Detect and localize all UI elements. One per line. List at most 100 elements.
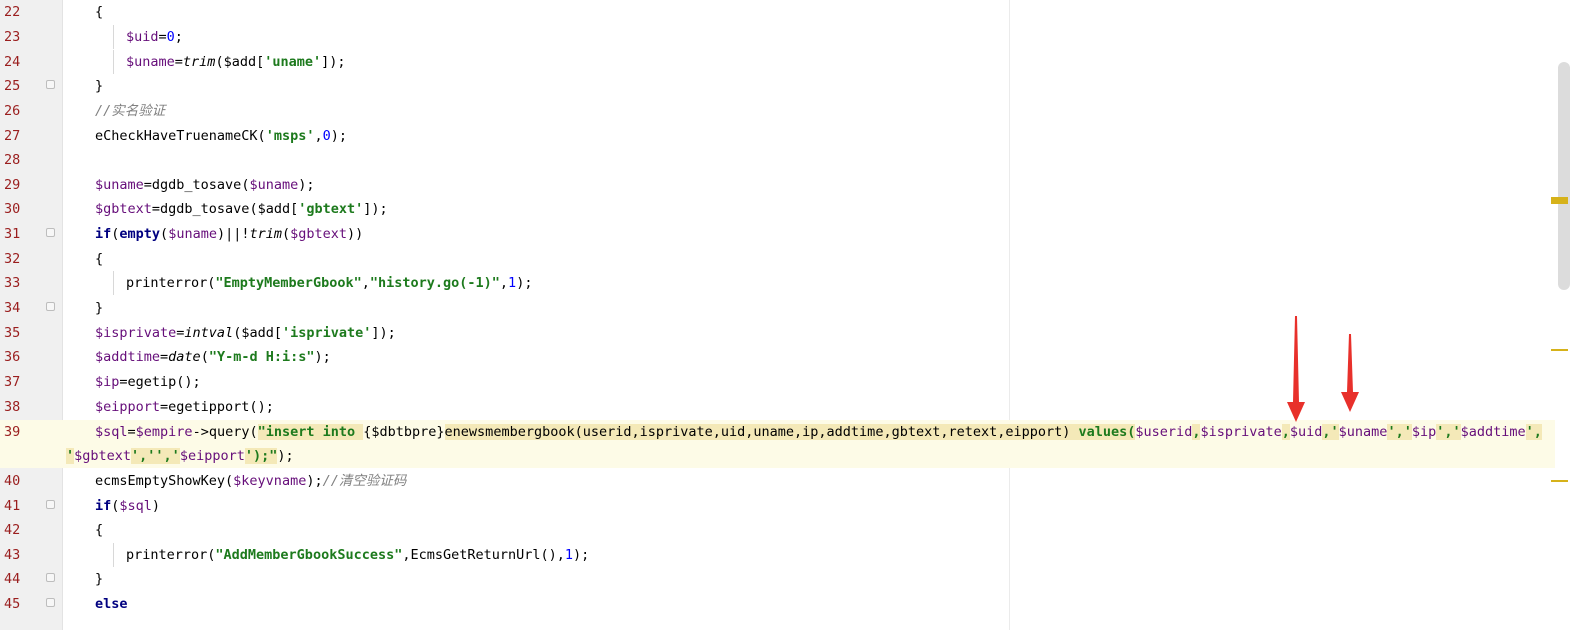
- code-token: }: [95, 571, 104, 587]
- red-arrow-uid: [1287, 316, 1305, 422]
- code-token: $isprivate: [95, 325, 177, 341]
- code-line[interactable]: 44}: [0, 567, 1592, 591]
- code-line[interactable]: 27 eCheckHaveTruenameCK('msps',0);: [0, 124, 1592, 148]
- code-token: if: [95, 498, 112, 514]
- code-token: ($add[: [233, 325, 282, 341]
- code-token: "history.go(-1)": [369, 275, 500, 291]
- code-token: );: [306, 473, 323, 489]
- code-token: $empire: [135, 424, 193, 440]
- code-line[interactable]: 42 {: [0, 518, 1592, 542]
- line-number: 33: [4, 275, 21, 291]
- code-token: $uid: [126, 29, 159, 45]
- code-token: );: [330, 128, 348, 144]
- code-token: );: [516, 275, 533, 291]
- code-token: 0: [322, 128, 331, 144]
- code-token: ;: [174, 29, 183, 45]
- code-text: else: [95, 592, 128, 616]
- code-line[interactable]: '$gbtext','','$eipport');");: [0, 444, 1592, 468]
- code-line[interactable]: 33 printerror("EmptyMemberGbook","history…: [0, 271, 1592, 295]
- fold-toggle-icon[interactable]: [46, 500, 55, 509]
- code-token: =: [158, 29, 167, 45]
- code-token: //实名验证: [95, 103, 166, 119]
- line-number: 43: [4, 547, 21, 563]
- code-token: 0: [166, 29, 175, 45]
- code-token: "insert into: [257, 424, 364, 440]
- code-token: $uname: [249, 177, 299, 193]
- code-token: ',': [1387, 424, 1412, 440]
- code-token: (: [160, 226, 169, 242]
- code-text: $addtime=date("Y-m-d H:i:s");: [95, 345, 331, 369]
- code-token: (: [200, 349, 209, 365]
- fold-toggle-icon[interactable]: [46, 598, 55, 607]
- code-token: $uname: [126, 54, 175, 70]
- line-number: 45: [4, 596, 21, 612]
- fold-toggle-icon[interactable]: [46, 573, 55, 582]
- code-token: eCheckHaveTruenameCK(: [95, 128, 266, 144]
- code-line[interactable]: 28: [0, 148, 1592, 172]
- code-token: {$dbtbpre}: [363, 424, 445, 440]
- code-token: ,: [361, 275, 370, 291]
- code-token: =: [174, 54, 183, 70]
- code-text: if(empty($uname)||!trim($gbtext)): [95, 222, 363, 246]
- code-token: ');": [244, 448, 278, 464]
- code-token: 1: [564, 547, 574, 563]
- fold-toggle-icon[interactable]: [46, 228, 55, 237]
- info-marker[interactable]: [1551, 349, 1568, 351]
- line-number: 26: [4, 103, 21, 119]
- line-number: 25: [4, 78, 21, 94]
- code-token: ,EcmsGetReturnUrl(),: [402, 547, 565, 563]
- code-token: $uname: [1338, 424, 1388, 440]
- line-number: 23: [4, 29, 21, 45]
- code-line[interactable]: 32 {: [0, 247, 1592, 271]
- code-token: (: [282, 226, 291, 242]
- line-number: 40: [4, 473, 21, 489]
- line-number: 41: [4, 498, 21, 514]
- code-token: )): [347, 226, 364, 242]
- code-token: 'msps': [265, 128, 315, 144]
- code-token: ': [66, 448, 75, 464]
- code-token: 'gbtext': [298, 201, 364, 217]
- code-line[interactable]: 23 $uid=0;: [0, 25, 1592, 49]
- code-line[interactable]: 24 $uname=trim($add['uname']);: [0, 50, 1592, 74]
- code-token: enewsmembergbook(userid,isprivate,uid,un…: [444, 424, 1079, 440]
- code-token: "EmptyMemberGbook": [215, 275, 362, 291]
- code-token: =egetip();: [119, 374, 201, 390]
- code-line[interactable]: 40 ecmsEmptyShowKey($keyvname);//清空验证码: [0, 469, 1592, 493]
- code-line[interactable]: 26 //实名验证: [0, 99, 1592, 123]
- code-text: printerror("EmptyMemberGbook","history.g…: [126, 271, 532, 295]
- code-token: $ip: [95, 374, 120, 390]
- code-line[interactable]: 29 $uname=dgdb_tosave($uname);: [0, 173, 1592, 197]
- code-token: $keyvname: [233, 473, 307, 489]
- vertical-scrollbar[interactable]: [1558, 62, 1570, 290]
- warning-marker[interactable]: [1551, 197, 1568, 204]
- code-text: $uid=0;: [126, 25, 183, 49]
- fold-toggle-icon[interactable]: [46, 302, 55, 311]
- line-number: 31: [4, 226, 21, 242]
- code-token: ]);: [371, 325, 396, 341]
- code-token: $uid: [1289, 424, 1323, 440]
- code-token: empty: [119, 226, 161, 242]
- code-line[interactable]: 41 if($sql): [0, 494, 1592, 518]
- code-line[interactable]: 34}: [0, 296, 1592, 320]
- code-line[interactable]: 43 printerror("AddMemberGbookSuccess",Ecm…: [0, 543, 1592, 567]
- code-token: =dgdb_tosave($add[: [151, 201, 299, 217]
- code-text: $ip=egetip();: [95, 370, 201, 394]
- line-number: 34: [4, 300, 21, 316]
- info-marker[interactable]: [1551, 480, 1568, 482]
- code-line[interactable]: 45 else: [0, 592, 1592, 616]
- code-line[interactable]: 31 if(empty($uname)||!trim($gbtext)): [0, 222, 1592, 246]
- code-line[interactable]: 30 $gbtext=dgdb_tosave($add['gbtext']);: [0, 197, 1592, 221]
- code-line[interactable]: 25}: [0, 74, 1592, 98]
- fold-toggle-icon[interactable]: [46, 80, 55, 89]
- code-text: {: [95, 247, 103, 271]
- code-line[interactable]: 39 $sql=$empire->query("insert into {$dbt…: [0, 420, 1592, 444]
- code-line[interactable]: 22 {: [0, 0, 1592, 24]
- code-token: =: [127, 424, 136, 440]
- code-token: date: [168, 349, 201, 365]
- line-number: 22: [4, 4, 21, 20]
- code-token: ecmsEmptyShowKey(: [95, 473, 234, 489]
- line-number: 29: [4, 177, 21, 193]
- code-token: else: [95, 596, 128, 612]
- code-text: $isprivate=intval($add['isprivate']);: [95, 321, 396, 345]
- line-number: 24: [4, 54, 21, 70]
